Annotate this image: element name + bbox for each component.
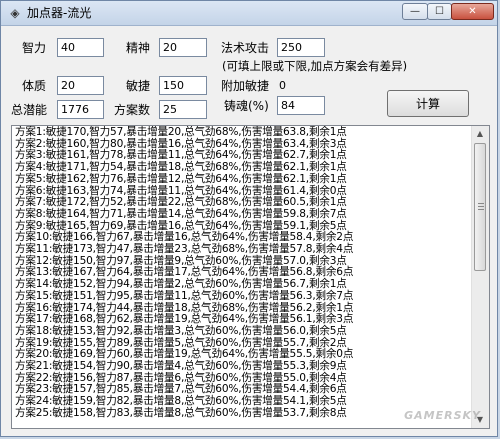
constitution-input[interactable] (57, 76, 104, 95)
hint-text: (可填上限或下限,加点方案会有差异) (222, 59, 408, 73)
soul-rate-label: 铸魂(%) (224, 99, 269, 113)
plan-count-label: 方案数 (114, 103, 151, 117)
result-row: 方案11:敏捷173,智力47,暴击增量23,总气劲68%,伤害增量57.8,剩… (15, 243, 354, 256)
total-points-label: 总潜能 (11, 103, 48, 117)
result-row: 方案5:敏捷162,智力76,暴击增量12,总气劲64%,伤害增量62.1,剩余… (15, 172, 347, 185)
bonus-agility-label: 附加敏捷 (221, 79, 270, 93)
close-button[interactable]: ✕ (451, 3, 494, 20)
agility-input[interactable] (159, 76, 207, 95)
minimize-button[interactable]: — (402, 3, 428, 20)
total-points-input[interactable] (57, 100, 104, 119)
results-listbox[interactable]: 方案1:敏捷170,智力57,暴击增量20,总气劲68%,伤害增量63.8,剩余… (11, 125, 490, 429)
watermark: GAMERSKY (404, 409, 481, 422)
result-row: 方案25:敏捷158,智力83,暴击增量8,总气劲60%,伤害增量53.7,剩余… (15, 406, 347, 419)
intelligence-label: 智力 (22, 41, 47, 55)
result-row: 方案18:敏捷153,智力92,暴击增量3,总气劲60%,伤害增量56.0,剩余… (15, 324, 347, 337)
scroll-up-arrow-icon[interactable]: ▲ (472, 126, 488, 142)
agility-label: 敏捷 (126, 79, 151, 93)
spell-attack-input[interactable] (277, 38, 325, 57)
vertical-scrollbar[interactable]: ▲ ▼ (471, 126, 489, 428)
result-row: 方案8:敏捷164,智力71,暴击增量14,总气劲64%,伤害增量59.8,剩余… (15, 207, 347, 220)
bonus-agility-value: 0 (279, 79, 286, 92)
title-bar[interactable]: ◈ 加点器-流光 — ☐ ✕ (1, 1, 497, 26)
spirit-input[interactable] (159, 38, 207, 57)
result-row: 方案1:敏捷170,智力57,暴击增量20,总气劲68%,伤害增量63.8,剩余… (15, 126, 347, 138)
constitution-label: 体质 (22, 79, 47, 93)
plan-count-input[interactable] (159, 100, 207, 119)
spirit-label: 精神 (126, 41, 151, 55)
result-row: 方案21:敏捷154,智力90,暴击增量4,总气劲60%,伤害增量55.3,剩余… (15, 360, 347, 373)
calculate-button[interactable]: 计算 (387, 90, 469, 117)
app-window: ◈ 加点器-流光 — ☐ ✕ 智力 精神 法术攻击 (可填上限或下限,加点方案会… (0, 0, 498, 437)
scroll-thumb[interactable] (474, 143, 486, 271)
result-row: 方案15:敏捷151,智力95,暴击增量11,总气劲60%,伤害增量56.3,剩… (15, 289, 354, 302)
window-title: 加点器-流光 (27, 6, 92, 20)
maximize-button[interactable]: ☐ (427, 3, 452, 20)
spell-attack-label: 法术攻击 (221, 41, 270, 55)
app-icon: ◈ (10, 6, 20, 20)
results-list: 方案1:敏捷170,智力57,暴击增量20,总气劲68%,伤害增量63.8,剩余… (15, 126, 471, 420)
intelligence-input[interactable] (57, 38, 104, 57)
soul-rate-input[interactable] (277, 96, 325, 115)
